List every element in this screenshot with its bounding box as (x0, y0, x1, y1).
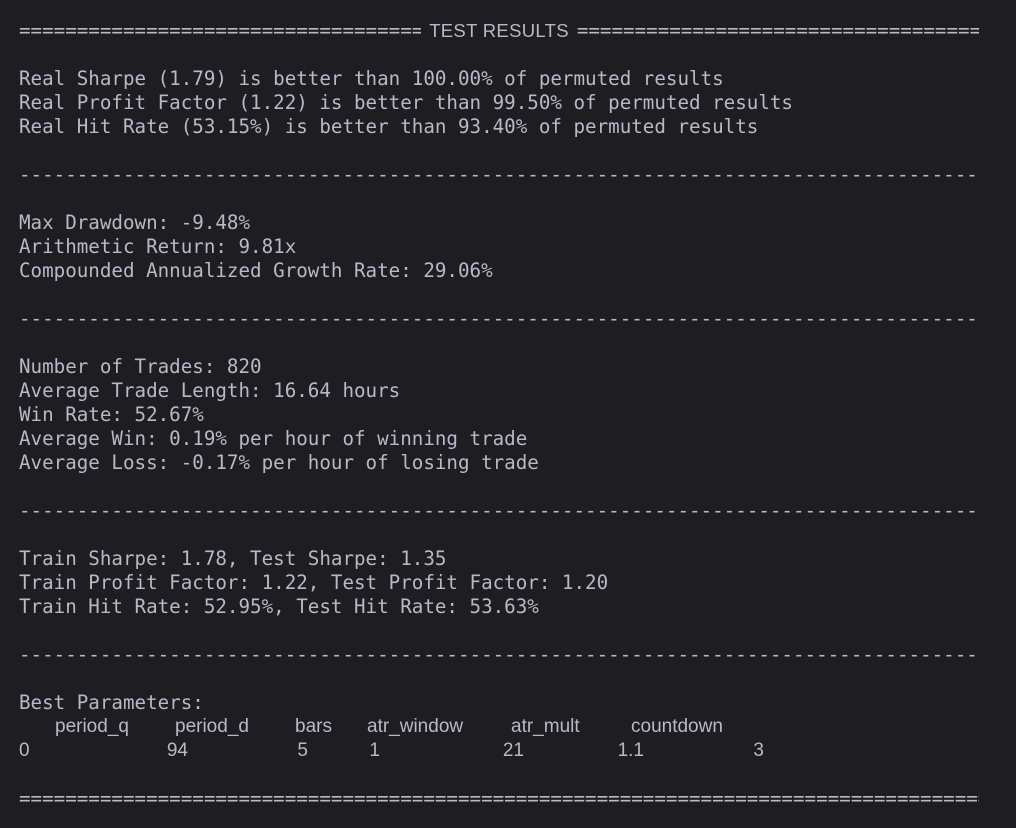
arithmetic-return-line: Arithmetic Return: 9.81x (19, 235, 297, 258)
params-col-header: bars (295, 716, 332, 737)
params-col-header: atr_window (367, 716, 464, 737)
train-test-sharpe-line: Train Sharpe: 1.78, Test Sharpe: 1.35 (19, 547, 447, 570)
params-cell: 94 (166, 740, 188, 761)
header-rule-left: ========================================… (19, 19, 422, 42)
results-title: TEST RESULTS (429, 20, 569, 41)
trade-count-line: Number of Trades: 820 (19, 355, 262, 378)
average-loss-line: Average Loss: -0.17% per hour of losing … (19, 451, 539, 474)
section-divider: ----------------------------------------… (19, 499, 979, 522)
perm-sharpe-line: Real Sharpe (1.79) is better than 100.00… (19, 67, 724, 90)
params-row-index: 0 (19, 740, 30, 761)
params-col-header: period_d (175, 716, 249, 737)
cagr-line: Compounded Annualized Growth Rate: 29.06… (19, 259, 493, 282)
params-col-header: atr_mult (511, 716, 580, 737)
average-win-line: Average Win: 0.19% per hour of winning t… (19, 427, 528, 450)
footer-rule: ========================================… (19, 787, 979, 810)
train-test-hit-rate-line: Train Hit Rate: 52.95%, Test Hit Rate: 5… (19, 595, 539, 618)
params-cell: 21 (502, 740, 524, 761)
best-parameters-label: Best Parameters: (19, 691, 204, 714)
results-header: ========================================… (19, 19, 979, 43)
params-cell: 3 (753, 740, 764, 761)
params-table-row: 0 94 5 1 21 1.1 3 (19, 739, 1016, 763)
section-divider: ----------------------------------------… (19, 163, 979, 186)
train-test-profit-factor-line: Train Profit Factor: 1.22, Test Profit F… (19, 571, 609, 594)
win-rate-line: Win Rate: 52.67% (19, 403, 204, 426)
params-cell: 1 (369, 740, 380, 761)
params-table-header: period_q period_d bars atr_window atr_mu… (19, 715, 1016, 739)
params-cell: 1.1 (617, 740, 644, 761)
section-divider: ----------------------------------------… (19, 307, 979, 330)
params-col-header: countdown (631, 716, 723, 737)
section-divider: ----------------------------------------… (19, 643, 979, 666)
trade-length-line: Average Trade Length: 16.64 hours (19, 379, 401, 402)
terminal-output: ========================================… (19, 19, 1016, 828)
header-rule-right: ========================================… (576, 19, 980, 42)
perm-profit-factor-line: Real Profit Factor (1.22) is better than… (19, 91, 793, 114)
perm-hit-rate-line: Real Hit Rate (53.15%) is better than 93… (19, 115, 759, 138)
max-drawdown-line: Max Drawdown: -9.48% (19, 211, 251, 234)
params-col-header: period_q (55, 716, 129, 737)
params-cell: 5 (297, 740, 308, 761)
